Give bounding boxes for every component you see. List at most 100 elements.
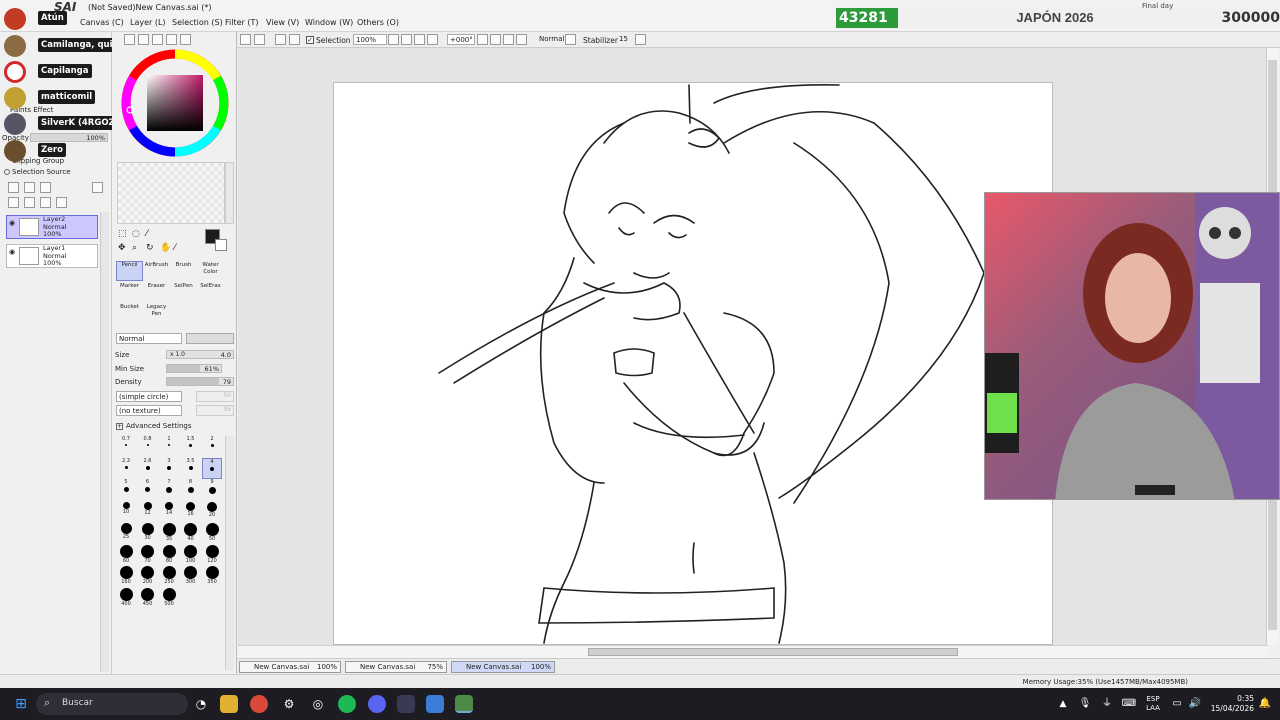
stabilizer-field[interactable]: 15 bbox=[617, 34, 633, 45]
brush-size-preset[interactable]: 350 bbox=[202, 565, 222, 586]
brush-blend-mode-field[interactable]: Normal bbox=[116, 333, 182, 344]
brush-airbrush[interactable]: AirBrush bbox=[143, 261, 170, 281]
lasso-icon[interactable]: ◌ bbox=[132, 229, 140, 239]
brush-texture-field[interactable]: (no texture) bbox=[116, 405, 182, 416]
transfer-down-button[interactable] bbox=[8, 197, 19, 208]
canvas-tab[interactable]: New Canvas.sai 75% bbox=[345, 661, 447, 673]
network-icon[interactable]: ▭ bbox=[1168, 695, 1186, 713]
rgb-slider-tab[interactable] bbox=[138, 34, 149, 45]
hsv-slider-tab[interactable] bbox=[152, 34, 163, 45]
density-slider[interactable]: 79 bbox=[166, 377, 234, 386]
language-indicator[interactable]: ESP LAA bbox=[1143, 695, 1163, 713]
brush-selpen[interactable]: SelPen bbox=[170, 282, 197, 302]
brush-size-preset[interactable]: 7 bbox=[159, 479, 179, 500]
selection-source-radio[interactable] bbox=[4, 169, 10, 175]
keyboard-tray-icon[interactable]: ⌨ bbox=[1120, 695, 1138, 713]
brush-size-preset[interactable]: 500 bbox=[159, 587, 179, 608]
brush-size-preset[interactable]: 2.3 bbox=[116, 458, 136, 479]
brush-size-preset[interactable]: 3.5 bbox=[181, 458, 201, 479]
chrome-icon[interactable] bbox=[250, 695, 268, 713]
clear-layer-button[interactable] bbox=[40, 197, 51, 208]
invert-selection-button[interactable] bbox=[289, 34, 300, 45]
brush-size-preset[interactable]: 4 bbox=[202, 457, 222, 479]
notifications-icon[interactable]: 🔔 bbox=[1256, 695, 1274, 713]
scratchpad[interactable] bbox=[117, 162, 225, 224]
brush-size-preset[interactable]: 10 bbox=[116, 501, 136, 522]
blend-mode-dropdown[interactable] bbox=[565, 34, 576, 45]
scratchpad-tab[interactable] bbox=[180, 34, 191, 45]
brush-size-preset[interactable]: 2 bbox=[202, 436, 222, 457]
eyedropper-icon[interactable]: ⁄ bbox=[174, 243, 176, 253]
brush-size-preset[interactable]: 60 bbox=[116, 544, 136, 565]
layer-list-scrollbar[interactable] bbox=[100, 212, 109, 672]
color-wheel[interactable] bbox=[120, 48, 230, 158]
delete-layer-button[interactable] bbox=[56, 197, 67, 208]
redo-button[interactable] bbox=[254, 34, 265, 45]
settings-icon[interactable]: ⚙ bbox=[280, 695, 298, 713]
horizontal-scrollbar[interactable] bbox=[238, 645, 1268, 658]
scratchpad-scrollbar[interactable] bbox=[225, 162, 234, 224]
brush-size-preset[interactable]: 450 bbox=[138, 587, 158, 608]
brush-size-preset[interactable]: 6 bbox=[138, 479, 158, 500]
tray-chevron-icon[interactable]: ▲ bbox=[1054, 695, 1072, 713]
brush-size-preset[interactable]: 9 bbox=[202, 479, 222, 500]
brush-texture-strength[interactable]: 95 bbox=[196, 405, 234, 416]
move-icon[interactable]: ✥ bbox=[118, 243, 126, 253]
menu-window[interactable]: Window (W) bbox=[305, 18, 353, 27]
brush-size-preset[interactable]: 300 bbox=[181, 565, 201, 586]
blend-mode-field[interactable]: Normal bbox=[537, 34, 564, 45]
brush-size-preset[interactable]: 20 bbox=[202, 501, 222, 522]
menu-others[interactable]: Others (O) bbox=[357, 18, 399, 27]
drawing-canvas[interactable] bbox=[333, 82, 1053, 645]
layer-settings-button[interactable] bbox=[92, 182, 103, 193]
stabilizer-dropdown[interactable] bbox=[635, 34, 646, 45]
layer-item-layer2[interactable]: ◉ Layer2 Normal 100% bbox=[6, 215, 98, 239]
file-explorer-icon[interactable] bbox=[220, 695, 238, 713]
brush-size-preset[interactable]: 40 bbox=[181, 522, 201, 543]
brush-bucket[interactable]: Bucket bbox=[116, 303, 143, 323]
windows-start-icon[interactable]: ⊞ bbox=[12, 695, 30, 713]
brush-seleras[interactable]: SelEras bbox=[197, 282, 224, 302]
microphone-tray-icon[interactable]: 🎙 bbox=[1076, 695, 1094, 713]
volume-icon[interactable]: 🔊 bbox=[1186, 695, 1204, 713]
menu-layer[interactable]: Layer (L) bbox=[130, 18, 166, 27]
brush-watercolor[interactable]: Water Color bbox=[197, 261, 224, 281]
brush-size-preset[interactable]: 0.8 bbox=[138, 436, 158, 457]
deselect-button[interactable] bbox=[275, 34, 286, 45]
brush-size-preset[interactable]: 100 bbox=[181, 544, 201, 565]
zoom-reset-button[interactable] bbox=[427, 34, 438, 45]
brush-marker[interactable]: Marker bbox=[116, 282, 143, 302]
clock[interactable]: 0:35 15/04/2026 bbox=[1206, 694, 1254, 714]
selection-checkbox[interactable]: ✓ bbox=[306, 36, 314, 44]
brush-size-preset[interactable]: 80 bbox=[159, 544, 179, 565]
secondary-color-swatch[interactable] bbox=[215, 239, 227, 251]
brush-size-preset[interactable]: 400 bbox=[116, 587, 136, 608]
color-wheel-tab[interactable] bbox=[124, 34, 135, 45]
monitor-app-icon[interactable] bbox=[426, 695, 444, 713]
spotify-icon[interactable] bbox=[338, 695, 356, 713]
magic-wand-icon[interactable]: ⁄ bbox=[146, 229, 148, 239]
new-linework-layer-button[interactable] bbox=[24, 182, 35, 193]
brush-size-preset[interactable]: 30 bbox=[138, 522, 158, 543]
app-icon[interactable] bbox=[397, 695, 415, 713]
new-layer-button[interactable] bbox=[8, 182, 19, 193]
brush-size-preset[interactable]: 1.5 bbox=[181, 436, 201, 457]
brush-size-preset[interactable]: 12 bbox=[138, 501, 158, 522]
brush-size-preset[interactable]: 200 bbox=[138, 565, 158, 586]
brush-size-preset[interactable]: 8 bbox=[181, 479, 201, 500]
layer-item-layer1[interactable]: ◉ Layer1 Normal 100% bbox=[6, 244, 98, 268]
brush-size-preset[interactable]: 35 bbox=[159, 522, 179, 543]
menu-canvas[interactable]: Canvas (C) bbox=[80, 18, 124, 27]
new-folder-button[interactable] bbox=[40, 182, 51, 193]
eye-icon[interactable]: ◉ bbox=[9, 219, 15, 227]
brush-size-preset[interactable]: 1 bbox=[159, 436, 179, 457]
brush-shape-field[interactable]: (simple circle) bbox=[116, 391, 182, 402]
brush-size-scrollbar[interactable] bbox=[225, 436, 234, 670]
horizontal-scroll-thumb[interactable] bbox=[588, 648, 958, 656]
brush-size-preset[interactable]: 70 bbox=[138, 544, 158, 565]
zoom-dropdown[interactable] bbox=[388, 34, 399, 45]
brush-size-preset[interactable]: 120 bbox=[202, 544, 222, 565]
brush-legacy-pen[interactable]: Legacy Pen bbox=[143, 303, 170, 323]
min-size-slider[interactable]: 61% bbox=[166, 364, 222, 373]
obs-icon[interactable]: ◎ bbox=[309, 695, 327, 713]
